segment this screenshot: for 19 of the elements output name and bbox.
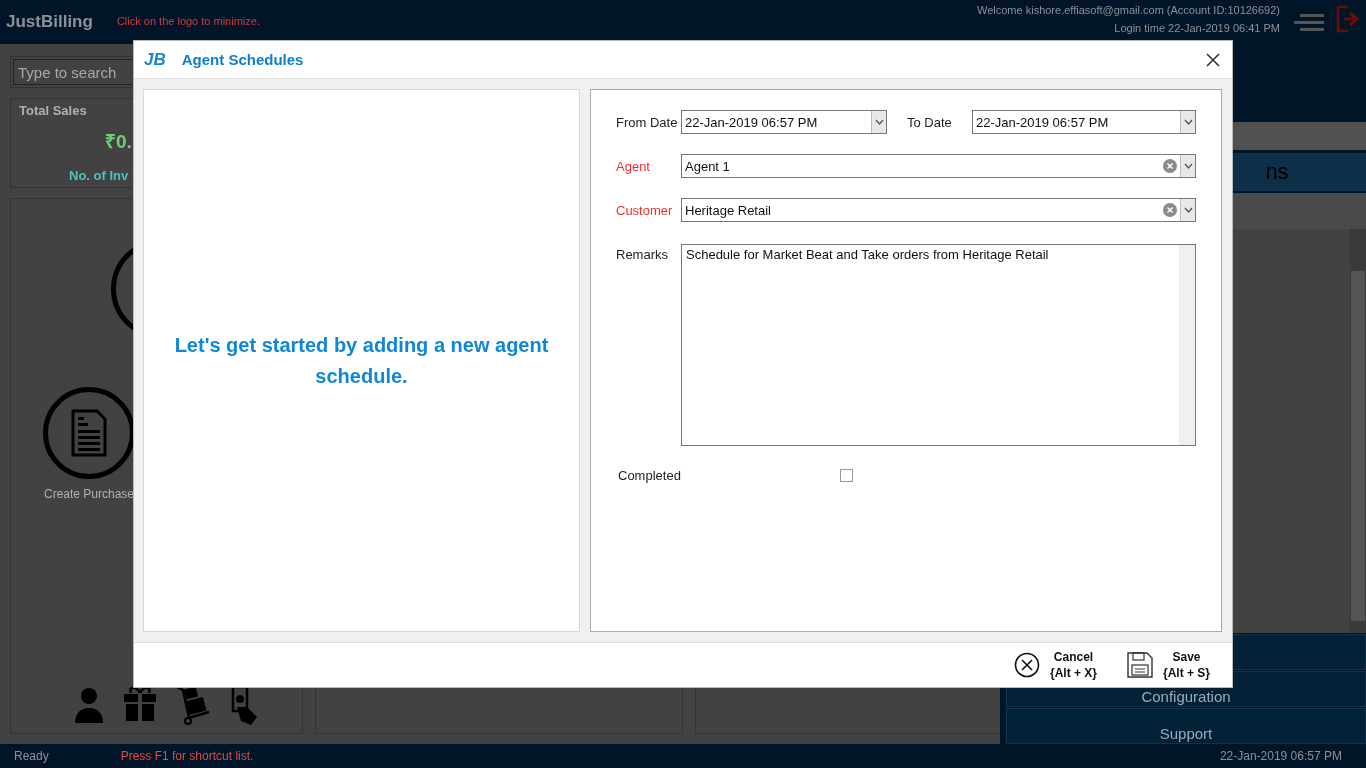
field-label: To Date xyxy=(907,114,953,130)
field-label: From Date xyxy=(616,114,679,130)
login-time: Login time 22-Jan-2019 06:41 PM xyxy=(1114,22,1280,34)
welcome-text: Welcome kishore.effiasoft@gmail.com (Account ID:10126692) xyxy=(977,4,1280,16)
invoice-count-label: No. of Inv xyxy=(69,168,129,183)
dialog-logo: JB xyxy=(144,49,166,70)
dialog-title: Agent Schedules xyxy=(181,51,304,68)
field-label: Agent xyxy=(616,158,651,174)
field-label: Remarks xyxy=(616,246,669,264)
field-label: Customer xyxy=(616,202,674,218)
status-text: Ready xyxy=(14,749,49,763)
sales-amount: ₹0. xyxy=(105,130,132,154)
tile-label: Create Purchase xyxy=(43,487,134,501)
card-title: Total Sales xyxy=(19,103,88,118)
shortcut-hint: Press F1 for shortcut list. xyxy=(120,749,254,763)
status-time: 22-Jan-2019 06:57 PM xyxy=(1219,749,1342,763)
minimize-hint: Click on the logo to minimize. xyxy=(116,15,260,27)
field-label: Completed xyxy=(618,468,682,483)
empty-message: Let's get started by adding a new agent schedule. xyxy=(173,332,550,389)
